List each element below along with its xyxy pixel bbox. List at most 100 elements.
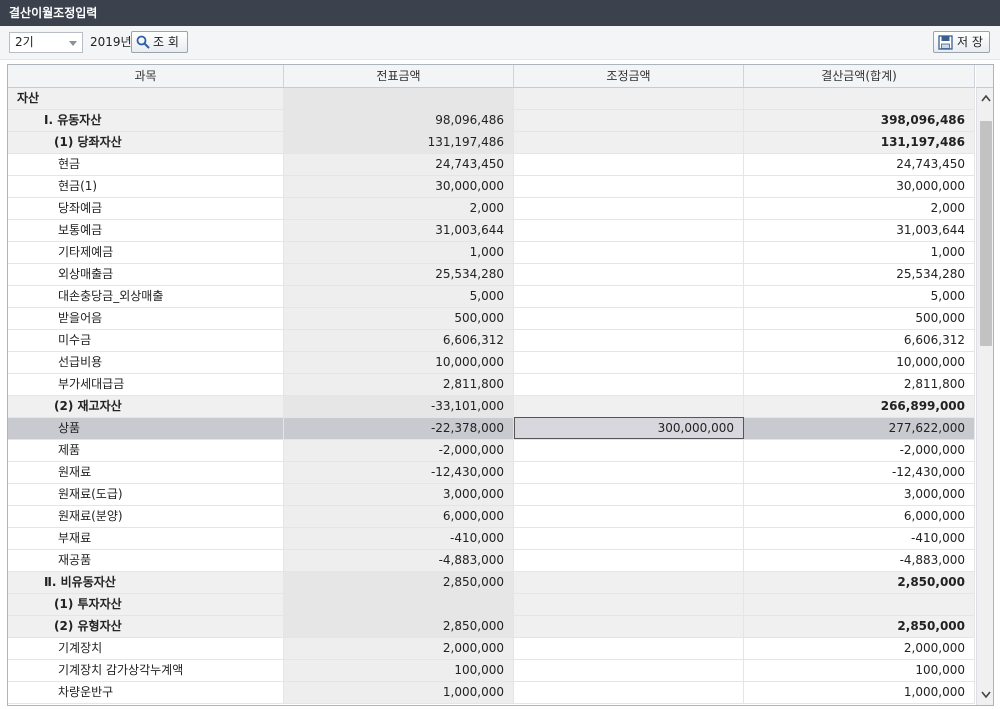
slip-amount-cell: 10,000,000 bbox=[284, 352, 514, 373]
table-row[interactable]: 현금(1) 30,000,000 30,000,000 bbox=[8, 176, 975, 198]
adjustment-amount-cell[interactable] bbox=[514, 264, 744, 285]
closing-total-cell: 2,000 bbox=[744, 198, 975, 219]
table-row[interactable]: 기타제예금 1,000 1,000 bbox=[8, 242, 975, 264]
column-header-slip-amount[interactable]: 전표금액 bbox=[284, 65, 514, 87]
adjustment-amount-cell[interactable] bbox=[514, 154, 744, 175]
table-row[interactable]: 상품 -22,378,000 300,000,000 277,622,000 bbox=[8, 417, 975, 440]
adjustment-amount-cell[interactable] bbox=[514, 506, 744, 527]
adjustment-amount-cell[interactable] bbox=[514, 330, 744, 351]
closing-total-cell: 31,003,644 bbox=[744, 220, 975, 241]
adjustment-amount-cell[interactable] bbox=[514, 198, 744, 219]
adjustment-amount-cell[interactable] bbox=[514, 352, 744, 373]
slip-amount-cell: 131,197,486 bbox=[284, 132, 514, 153]
adjustment-amount-cell[interactable] bbox=[514, 660, 744, 681]
table-row[interactable]: 제품 -2,000,000 -2,000,000 bbox=[8, 440, 975, 462]
adjustment-amount-cell[interactable] bbox=[514, 374, 744, 395]
closing-total-cell: 2,850,000 bbox=[744, 616, 975, 637]
table-row[interactable]: 기계장치 2,000,000 2,000,000 bbox=[8, 638, 975, 660]
table-row[interactable]: 부가세대급금 2,811,800 2,811,800 bbox=[8, 374, 975, 396]
account-name-cell: (1) 투자자산 bbox=[8, 594, 284, 615]
table-row[interactable]: 선급비용 10,000,000 10,000,000 bbox=[8, 352, 975, 374]
slip-amount-cell: 2,811,800 bbox=[284, 374, 514, 395]
scroll-down-icon[interactable] bbox=[977, 685, 993, 705]
adjustment-amount-cell[interactable] bbox=[514, 594, 744, 615]
account-name-cell: 자산 bbox=[8, 88, 284, 109]
adjustment-amount-cell[interactable] bbox=[514, 550, 744, 571]
slip-amount-cell: 31,003,644 bbox=[284, 220, 514, 241]
slip-amount-cell: 2,000,000 bbox=[284, 638, 514, 659]
table-row[interactable]: 대손충당금_외상매출 5,000 5,000 bbox=[8, 286, 975, 308]
table-row[interactable]: (2) 재고자산 -33,101,000 266,899,000 bbox=[8, 396, 975, 418]
slip-amount-cell: 100,000 bbox=[284, 660, 514, 681]
closing-total-cell: 398,096,486 bbox=[744, 110, 975, 131]
slip-amount-cell: 6,606,312 bbox=[284, 330, 514, 351]
slip-amount-cell: 24,743,450 bbox=[284, 154, 514, 175]
adjustment-amount-cell[interactable] bbox=[514, 396, 744, 417]
adjustment-amount-cell[interactable] bbox=[514, 616, 744, 637]
search-button[interactable]: 조 회 bbox=[131, 31, 188, 53]
table-row[interactable]: 보통예금 31,003,644 31,003,644 bbox=[8, 220, 975, 242]
table-row[interactable]: 부재료 -410,000 -410,000 bbox=[8, 528, 975, 550]
adjustment-amount-cell[interactable] bbox=[514, 484, 744, 505]
adjustment-amount-cell[interactable] bbox=[514, 572, 744, 593]
account-name-cell: (2) 유형자산 bbox=[8, 616, 284, 637]
scrollbar-thumb[interactable] bbox=[980, 121, 992, 346]
adjustment-amount-cell[interactable] bbox=[514, 440, 744, 461]
closing-total-cell: 25,534,280 bbox=[744, 264, 975, 285]
table-row[interactable]: 재공품 -4,883,000 -4,883,000 bbox=[8, 550, 975, 572]
slip-amount-cell: 2,850,000 bbox=[284, 572, 514, 593]
slip-amount-cell: 5,000 bbox=[284, 286, 514, 307]
adjustment-amount-cell[interactable] bbox=[514, 528, 744, 549]
account-name-cell: 차량운반구 bbox=[8, 682, 284, 703]
table-row[interactable]: 현금 24,743,450 24,743,450 bbox=[8, 154, 975, 176]
adjustment-amount-cell[interactable] bbox=[514, 286, 744, 307]
table-row[interactable]: 자산 bbox=[8, 88, 975, 110]
table-row[interactable]: 외상매출금 25,534,280 25,534,280 bbox=[8, 264, 975, 286]
adjustment-amount-cell[interactable] bbox=[514, 682, 744, 703]
table-row[interactable]: Ⅱ. 비유동자산 2,850,000 2,850,000 bbox=[8, 572, 975, 594]
table-row[interactable]: Ⅰ. 유동자산 98,096,486 398,096,486 bbox=[8, 110, 975, 132]
adjustment-amount-cell[interactable]: 300,000,000 bbox=[514, 417, 744, 439]
table-row[interactable]: 원재료 -12,430,000 -12,430,000 bbox=[8, 462, 975, 484]
adjustment-amount-cell[interactable] bbox=[514, 242, 744, 263]
table-row[interactable]: (1) 투자자산 bbox=[8, 594, 975, 616]
table-row[interactable]: 당좌예금 2,000 2,000 bbox=[8, 198, 975, 220]
table-row[interactable]: 기계장치 감가상각누계액 100,000 100,000 bbox=[8, 660, 975, 682]
adjustment-amount-cell[interactable] bbox=[514, 132, 744, 153]
account-name-cell: 대손충당금_외상매출 bbox=[8, 286, 284, 307]
table-row[interactable]: (2) 유형자산 2,850,000 2,850,000 bbox=[8, 616, 975, 638]
account-name-cell: 제품 bbox=[8, 440, 284, 461]
closing-total-cell: 500,000 bbox=[744, 308, 975, 329]
account-name-cell: 받을어음 bbox=[8, 308, 284, 329]
adjustment-amount-cell[interactable] bbox=[514, 638, 744, 659]
adjustment-amount-cell[interactable] bbox=[514, 110, 744, 131]
slip-amount-cell: -33,101,000 bbox=[284, 396, 514, 417]
column-header-account[interactable]: 과목 bbox=[8, 65, 284, 87]
slip-amount-cell: 2,000 bbox=[284, 198, 514, 219]
table-row[interactable]: (1) 당좌자산 131,197,486 131,197,486 bbox=[8, 132, 975, 154]
table-row[interactable]: 원재료(도급) 3,000,000 3,000,000 bbox=[8, 484, 975, 506]
vertical-scrollbar[interactable] bbox=[976, 88, 993, 705]
period-select[interactable]: 2기 bbox=[9, 32, 83, 53]
adjustment-amount-cell[interactable] bbox=[514, 308, 744, 329]
save-button[interactable]: 저 장 bbox=[933, 31, 990, 53]
adjustment-amount-cell[interactable] bbox=[514, 220, 744, 241]
slip-amount-cell: 3,000,000 bbox=[284, 484, 514, 505]
column-header-adjustment-amount[interactable]: 조정금액 bbox=[514, 65, 744, 87]
closing-total-cell: -410,000 bbox=[744, 528, 975, 549]
table-row[interactable]: 받을어음 500,000 500,000 bbox=[8, 308, 975, 330]
adjustment-amount-cell[interactable] bbox=[514, 462, 744, 483]
window-title: 결산이월조정입력 bbox=[0, 0, 1000, 26]
scroll-up-icon[interactable] bbox=[977, 88, 993, 108]
closing-total-cell: 6,606,312 bbox=[744, 330, 975, 351]
slip-amount-cell: -22,378,000 bbox=[284, 418, 514, 439]
account-name-cell: 미수금 bbox=[8, 330, 284, 351]
account-name-cell: 당좌예금 bbox=[8, 198, 284, 219]
column-header-closing-total[interactable]: 결산금액(합계) bbox=[744, 65, 975, 87]
adjustment-amount-cell[interactable] bbox=[514, 176, 744, 197]
account-name-cell: 현금 bbox=[8, 154, 284, 175]
table-row[interactable]: 미수금 6,606,312 6,606,312 bbox=[8, 330, 975, 352]
table-row[interactable]: 원재료(분양) 6,000,000 6,000,000 bbox=[8, 506, 975, 528]
table-row[interactable]: 차량운반구 1,000,000 1,000,000 bbox=[8, 682, 975, 704]
adjustment-amount-cell[interactable] bbox=[514, 88, 744, 109]
